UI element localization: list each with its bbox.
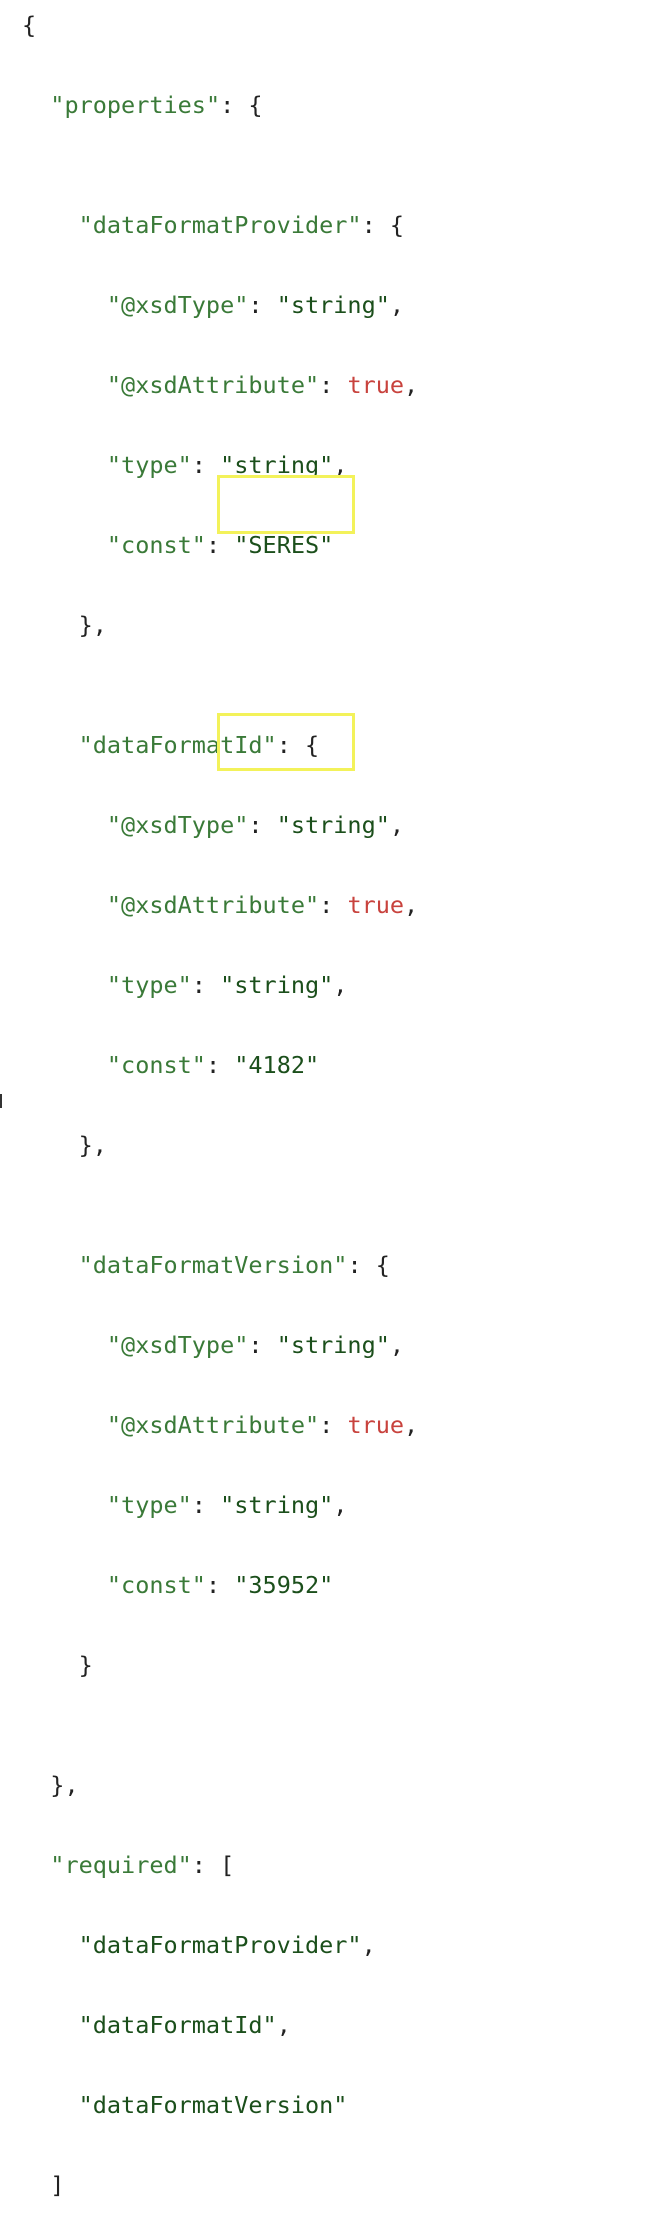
code-line: "type": "string", — [106, 971, 348, 999]
text-cursor-mark — [0, 1094, 2, 1108]
field-value-string: "4182" — [234, 1051, 320, 1079]
field-value-string: "string" — [276, 291, 390, 319]
code-line: "dataFormatVersion": { — [78, 1251, 390, 1279]
field-value-boolean: true — [347, 891, 405, 919]
code-line: }, — [22, 1131, 107, 1159]
required-item: "dataFormatId" — [78, 2011, 277, 2039]
required-item: "dataFormatVersion" — [78, 2091, 348, 2119]
code-line: "const": "4182" — [106, 1051, 320, 1079]
json-code-block: { "properties": { "dataFormatProvider": … — [22, 5, 418, 2216]
field-value-boolean: true — [347, 1411, 405, 1439]
field-key: "@xsdAttribute" — [106, 891, 320, 919]
code-line: "properties": { — [50, 91, 263, 119]
field-key: "const" — [106, 1571, 206, 1599]
code-line: "required": [ — [50, 1851, 235, 1879]
code-line: "@xsdType": "string", — [106, 811, 405, 839]
field-key: "@xsdType" — [106, 1331, 249, 1359]
code-line: }, — [22, 611, 107, 639]
code-line: "@xsdAttribute": true, — [106, 371, 419, 399]
field-value-string: "string" — [276, 811, 390, 839]
field-key: "const" — [106, 531, 206, 559]
highlight-box-dataformatid-const — [217, 475, 355, 534]
field-key: "type" — [106, 971, 192, 999]
field-key: "@xsdType" — [106, 811, 249, 839]
highlight-box-dataformatversion-const — [217, 713, 355, 771]
code-line: "@xsdAttribute": true, — [106, 891, 419, 919]
field-value-string: "SERES" — [234, 531, 334, 559]
required-item: "dataFormatProvider" — [78, 1931, 362, 1959]
code-line: "const": "35952" — [106, 1571, 334, 1599]
properties-key: "properties" — [50, 91, 221, 119]
field-key: "@xsdType" — [106, 291, 249, 319]
field-value-boolean: true — [347, 371, 405, 399]
code-line: "dataFormatVersion" — [22, 2085, 418, 2125]
property-name: "dataFormatVersion" — [78, 1251, 348, 1279]
code-line: "@xsdType": "string", — [106, 1331, 405, 1359]
field-key: "@xsdAttribute" — [106, 371, 320, 399]
code-line: "type": "string", — [106, 1491, 348, 1519]
code-line: { — [22, 11, 37, 39]
code-line: "dataFormatProvider": { — [78, 211, 405, 239]
field-value-string: "string" — [276, 1331, 390, 1359]
code-line: "@xsdAttribute": true, — [106, 1411, 419, 1439]
code-line: "@xsdType": "string", — [106, 291, 405, 319]
field-key: "type" — [106, 1491, 192, 1519]
required-key: "required" — [50, 1851, 192, 1879]
code-line: "dataFormatId", — [78, 2011, 291, 2039]
field-key: "type" — [106, 451, 192, 479]
code-line: "dataFormatProvider", — [78, 1931, 376, 1959]
code-line: ] — [22, 2171, 65, 2199]
code-line: } — [22, 1651, 93, 1679]
field-key: "@xsdAttribute" — [106, 1411, 320, 1439]
field-value-string: "string" — [220, 1491, 334, 1519]
field-value-string: "string" — [220, 971, 334, 999]
code-line: }, — [22, 1771, 79, 1799]
field-value-string: "35952" — [234, 1571, 334, 1599]
property-name: "dataFormatProvider" — [78, 211, 362, 239]
field-key: "const" — [106, 1051, 206, 1079]
